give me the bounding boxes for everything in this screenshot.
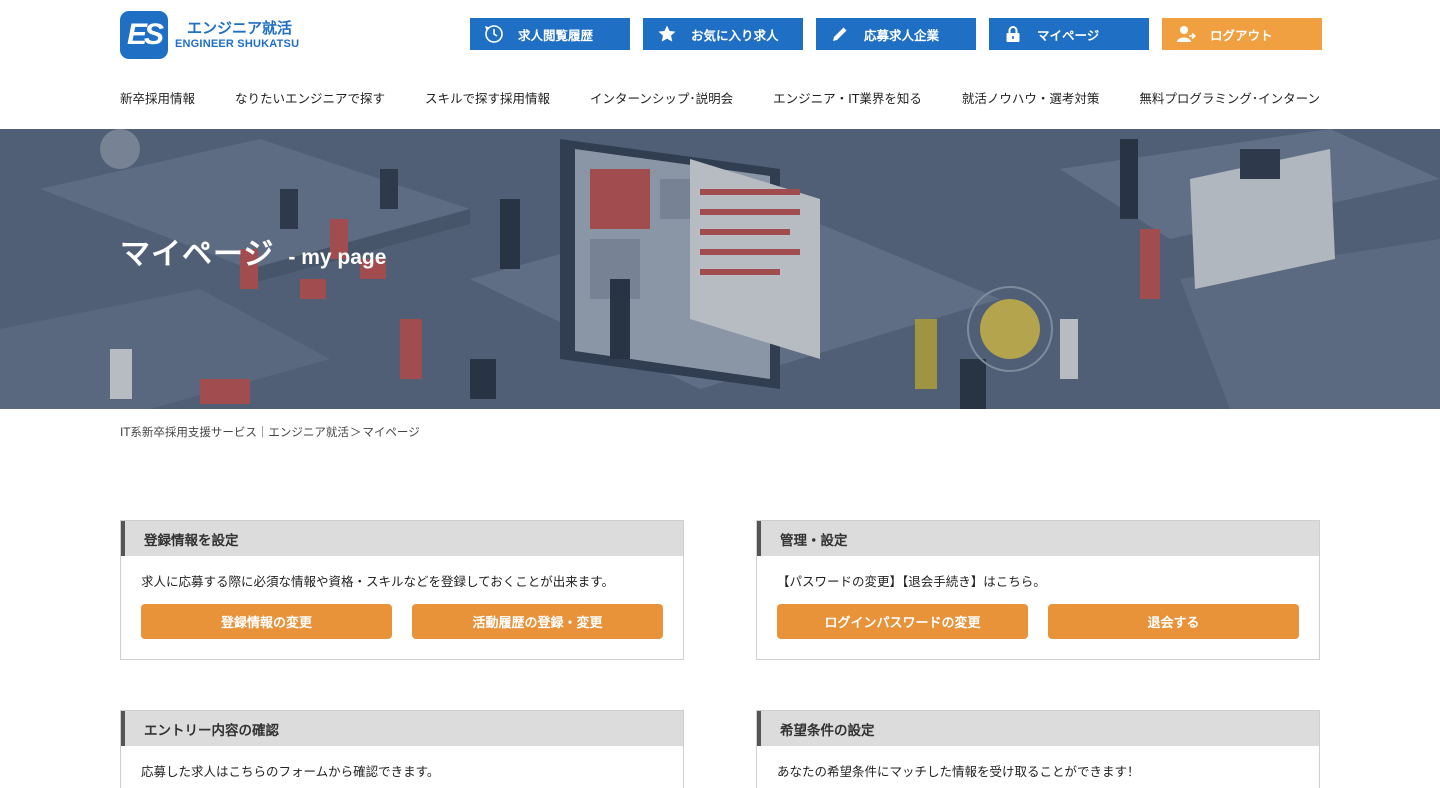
nav-item-free-programming[interactable]: 無料プログラミング･インターン bbox=[1139, 88, 1320, 107]
pencil-icon bbox=[816, 25, 864, 43]
change-password-button[interactable]: ログインパスワードの変更 bbox=[777, 604, 1028, 639]
favorite-jobs-label: お気に入り求人 bbox=[691, 27, 779, 43]
logo-mark: ES bbox=[120, 11, 168, 59]
star-icon bbox=[643, 24, 691, 44]
panel-title: エントリー内容の確認 bbox=[121, 711, 683, 746]
panel-preferences: 希望条件の設定 あなたの希望条件にマッチした情報を受け取ることができます！ bbox=[756, 710, 1320, 788]
panel-title: 希望条件の設定 bbox=[757, 711, 1319, 746]
breadcrumb-current: マイページ bbox=[362, 425, 420, 439]
breadcrumb: IT系新卒採用支援サービス｜エンジニア就活 ＞ マイページ bbox=[120, 424, 420, 440]
applied-companies-label: 応募求人企業 bbox=[864, 27, 940, 43]
top-action-buttons: 求人閲覧履歴 お気に入り求人 応募求人企業 マイページ ログアウト bbox=[470, 18, 1322, 50]
user-icon bbox=[1162, 25, 1210, 43]
logo-text: エンジニア就活 ENGINEER SHUKATSU bbox=[175, 19, 299, 51]
nav-item-new-grad-jobs[interactable]: 新卒採用情報 bbox=[120, 88, 195, 107]
mypage-button[interactable]: マイページ bbox=[989, 18, 1149, 50]
logo-jp-text: エンジニア就活 bbox=[187, 19, 293, 37]
lock-icon bbox=[989, 25, 1037, 43]
breadcrumb-home-link[interactable]: IT系新卒採用支援サービス｜エンジニア就活 bbox=[120, 424, 349, 440]
page-title-jp: マイページ bbox=[120, 237, 275, 272]
main-nav: 新卒採用情報 なりたいエンジニアで探す スキルで探す採用情報 インターンシップ･… bbox=[120, 88, 1320, 107]
edit-registration-button[interactable]: 登録情報の変更 bbox=[141, 604, 392, 639]
nav-item-search-by-engineer[interactable]: なりたいエンジニアで探す bbox=[235, 88, 385, 107]
nav-item-internships[interactable]: インターンシップ･説明会 bbox=[590, 88, 733, 107]
panel-description: 求人に応募する際に必須な情報や資格・スキルなどを登録しておくことが出来ます。 bbox=[141, 574, 615, 589]
withdraw-button[interactable]: 退会する bbox=[1048, 604, 1299, 639]
browse-history-button[interactable]: 求人閲覧履歴 bbox=[470, 18, 630, 50]
clock-icon bbox=[470, 24, 518, 44]
breadcrumb-separator: ＞ bbox=[349, 425, 362, 439]
panel-buttons: ログインパスワードの変更 退会する bbox=[757, 604, 1319, 639]
browse-history-label: 求人閲覧履歴 bbox=[518, 27, 594, 43]
hero-banner: マイページ - my page bbox=[0, 129, 1440, 409]
favorite-jobs-button[interactable]: お気に入り求人 bbox=[643, 18, 803, 50]
nav-item-industry-info[interactable]: エンジニア・IT業界を知る bbox=[773, 88, 922, 107]
panel-account-settings: 管理・設定 【パスワードの変更】【退会手続き】はこちら。 ログインパスワードの変… bbox=[756, 520, 1320, 660]
panel-description: 【パスワードの変更】【退会手続き】はこちら。 bbox=[777, 574, 1046, 589]
panel-description: 応募した求人はこちらのフォームから確認できます。 bbox=[141, 764, 440, 779]
mypage-label: マイページ bbox=[1037, 27, 1100, 43]
nav-item-search-by-skill[interactable]: スキルで探す採用情報 bbox=[425, 88, 550, 107]
page-title-en: - my page bbox=[288, 246, 387, 269]
applied-companies-button[interactable]: 応募求人企業 bbox=[816, 18, 976, 50]
page-title: マイページ - my page bbox=[120, 229, 386, 273]
panel-registration-info: 登録情報を設定 求人に応募する際に必須な情報や資格・スキルなどを登録しておくこと… bbox=[120, 520, 684, 660]
panel-description: あなたの希望条件にマッチした情報を受け取ることができます！ bbox=[777, 764, 1140, 779]
site-header: ES エンジニア就活 ENGINEER SHUKATSU 求人閲覧履歴 お気に入… bbox=[0, 0, 1440, 129]
site-logo[interactable]: ES エンジニア就活 ENGINEER SHUKATSU bbox=[120, 10, 312, 60]
logout-button[interactable]: ログアウト bbox=[1162, 18, 1322, 50]
panel-entry-confirmation: エントリー内容の確認 応募した求人はこちらのフォームから確認できます。 bbox=[120, 710, 684, 788]
panel-buttons: 登録情報の変更 活動履歴の登録・変更 bbox=[121, 604, 683, 639]
nav-item-job-hunting-tips[interactable]: 就活ノウハウ・選考対策 bbox=[962, 88, 1100, 107]
logout-label: ログアウト bbox=[1210, 27, 1273, 43]
logo-en-text: ENGINEER SHUKATSU bbox=[175, 38, 300, 50]
edit-activity-history-button[interactable]: 活動履歴の登録・変更 bbox=[412, 604, 663, 639]
panel-title: 管理・設定 bbox=[757, 521, 1319, 556]
panel-title: 登録情報を設定 bbox=[121, 521, 683, 556]
